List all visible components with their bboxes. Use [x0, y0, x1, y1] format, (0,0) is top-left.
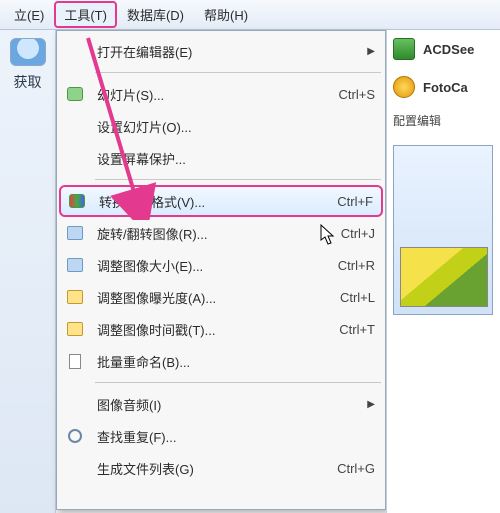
left-toolbar: 获取 [0, 30, 56, 513]
submenu-arrow-icon: ▶ [361, 46, 375, 57]
menu-rotate-flip[interactable]: 旋转/翻转图像(R)... Ctrl+J [57, 217, 385, 249]
blank-icon [63, 116, 87, 136]
menu-adjust-timestamp[interactable]: 调整图像时间戳(T)... Ctrl+T [57, 313, 385, 345]
menu-slideshow[interactable]: 幻灯片(S)... Ctrl+S [57, 78, 385, 110]
menubar-item-file[interactable]: 立(E) [4, 1, 54, 28]
acquire-label: 获取 [0, 72, 55, 92]
menu-generate-file-list[interactable]: 生成文件列表(G) Ctrl+G [57, 452, 385, 484]
menubar-item-database[interactable]: 数据库(D) [117, 1, 194, 28]
preview-pane [393, 145, 493, 315]
menu-find-duplicates[interactable]: 查找重复(F)... [57, 420, 385, 452]
rotate-icon [63, 223, 87, 243]
blank-icon [63, 394, 87, 414]
convert-icon [65, 191, 89, 211]
menu-separator [95, 72, 381, 73]
menu-separator [95, 382, 381, 383]
menu-separator [95, 179, 381, 180]
submenu-arrow-icon: ▶ [361, 399, 375, 410]
menu-set-screensaver[interactable]: 设置屏幕保护... [57, 142, 385, 174]
resize-icon [63, 255, 87, 275]
external-editor-fotoca[interactable]: FotoCa [387, 68, 500, 106]
menu-convert-file-format[interactable]: 转换文件格式(V)... Ctrl+F [59, 185, 383, 217]
find-icon [63, 426, 87, 446]
menu-adjust-exposure[interactable]: 调整图像曝光度(A)... Ctrl+L [57, 281, 385, 313]
slideshow-icon [63, 84, 87, 104]
menubar: 立(E) 工具(T) 数据库(D) 帮助(H) [0, 0, 500, 30]
menu-set-slideshow[interactable]: 设置幻灯片(O)... [57, 110, 385, 142]
blank-icon [63, 148, 87, 168]
menu-open-in-editor[interactable]: 打开在编辑器(E) ▶ [57, 35, 385, 67]
external-editor-acdsee[interactable]: ACDSee [387, 30, 500, 68]
blank-icon [63, 41, 87, 61]
thumbnail-image [400, 247, 488, 307]
timestamp-icon [63, 319, 87, 339]
menubar-item-help[interactable]: 帮助(H) [194, 1, 258, 28]
menubar-item-tools[interactable]: 工具(T) [54, 1, 117, 28]
exposure-icon [63, 287, 87, 307]
acquire-icon[interactable] [10, 38, 46, 66]
acdsee-icon [393, 38, 415, 60]
fotoca-icon [393, 76, 415, 98]
tools-dropdown: 打开在编辑器(E) ▶ 幻灯片(S)... Ctrl+S 设置幻灯片(O)...… [56, 30, 386, 510]
menu-image-audio[interactable]: 图像音频(I) ▶ [57, 388, 385, 420]
menu-resize-image[interactable]: 调整图像大小(E)... Ctrl+R [57, 249, 385, 281]
menu-batch-rename[interactable]: 批量重命名(B)... [57, 345, 385, 377]
blank-icon [63, 458, 87, 478]
configure-editors-link[interactable]: 配置编辑 [387, 106, 500, 135]
document-icon [63, 351, 87, 371]
right-panel: ACDSee FotoCa 配置编辑 [386, 30, 500, 513]
